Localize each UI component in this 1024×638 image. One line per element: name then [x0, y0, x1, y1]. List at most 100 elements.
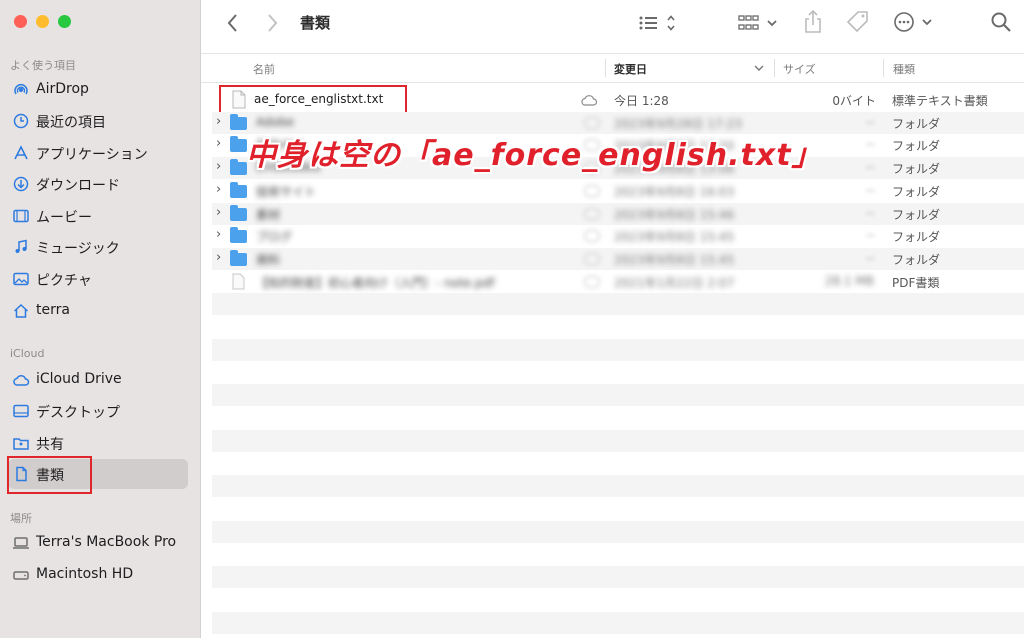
icloud-section-title: iCloud — [10, 347, 45, 360]
sidebar-item-icloud-drive[interactable]: iCloud Drive — [8, 365, 188, 395]
sidebar-item-macintosh-hd[interactable]: Macintosh HD — [8, 560, 188, 590]
folder-icon — [230, 205, 247, 221]
file-date: 2023年9月8日 15:46 — [614, 208, 735, 222]
applications-icon — [14, 145, 28, 160]
folder-icon — [230, 114, 247, 130]
sidebar-item-applications[interactable]: アプリケーション — [8, 138, 188, 168]
favorites-section-title: よく使う項目 — [10, 59, 76, 72]
empty-row — [212, 339, 1024, 361]
file-size: -- — [866, 206, 875, 220]
desktop-icon — [13, 404, 29, 418]
sidebar-item-movies[interactable]: ムービー — [8, 201, 188, 231]
file-name: Adobe — [256, 115, 294, 129]
share-icon[interactable] — [802, 9, 824, 35]
sort-chevron-icon[interactable] — [754, 64, 764, 72]
column-separator[interactable] — [883, 59, 884, 77]
list-view-icon[interactable] — [638, 13, 680, 33]
download-icon — [13, 176, 29, 192]
file-kind: フォルダ — [892, 185, 941, 199]
sidebar-item-recents[interactable]: 最近の項目 — [8, 106, 188, 136]
column-header-date[interactable]: 変更日 — [614, 61, 647, 77]
clock-icon — [13, 113, 29, 129]
file-date: 2023年9月8日 15:45 — [614, 230, 735, 244]
icloud-status-icon — [584, 253, 600, 265]
file-date: 2023年9月8日 16:03 — [614, 185, 735, 199]
file-size: -- — [866, 137, 875, 151]
search-icon[interactable] — [990, 11, 1012, 33]
disk-icon — [13, 571, 29, 580]
sidebar-item-macbook[interactable]: Terra's MacBook Pro — [8, 528, 188, 558]
file-date: 今日 1:28 — [614, 94, 669, 108]
file-name: 技術サイト — [256, 185, 317, 199]
file-date: 2021年1月22日 2:07 — [614, 276, 735, 290]
sidebar-item-shared[interactable]: 共有 — [8, 428, 188, 458]
sidebar-item-airdrop[interactable]: AirDrop — [8, 75, 188, 105]
table-row[interactable]: › 素材 2023年9月8日 15:46 -- フォルダ — [212, 203, 1024, 225]
file-size: -- — [866, 115, 875, 129]
file-kind: PDF書類 — [892, 276, 940, 290]
file-size: -- — [866, 183, 875, 197]
music-icon — [15, 239, 27, 253]
file-kind: フォルダ — [892, 162, 941, 176]
shared-folder-icon — [13, 438, 29, 450]
file-size: -- — [866, 228, 875, 242]
window-title: 書類 — [300, 14, 331, 32]
column-header-kind[interactable]: 種類 — [893, 61, 915, 77]
file-name: 素材 — [256, 208, 281, 222]
table-row[interactable]: › 技術サイト 2023年9月8日 16:03 -- フォルダ — [212, 180, 1024, 202]
empty-row — [212, 521, 1024, 543]
group-view-icon[interactable] — [738, 13, 780, 33]
table-row[interactable]: 【知的財産】初心者向け（入門）- note.pdf 2021年1月22日 2:0… — [212, 271, 1024, 293]
disclosure-chevron-icon[interactable]: › — [216, 250, 221, 265]
column-header-name[interactable]: 名前 — [253, 61, 275, 77]
sidebar-item-music[interactable]: ミュージック — [8, 232, 188, 262]
annotation-caption: 中身は空の「ae_force_english.txt」 — [246, 138, 823, 173]
disclosure-chevron-icon[interactable]: › — [216, 114, 221, 129]
sidebar-item-label: ムービー — [36, 210, 92, 226]
sidebar-item-downloads[interactable]: ダウンロード — [8, 169, 188, 199]
file-kind: フォルダ — [892, 208, 941, 222]
icloud-status-icon — [584, 208, 600, 220]
sidebar-item-label: ミュージック — [36, 241, 120, 257]
home-icon — [13, 303, 29, 318]
more-actions-icon[interactable] — [893, 11, 937, 33]
sidebar-item-label: ダウンロード — [36, 178, 120, 194]
sidebar: よく使う項目 AirDrop 最近の項目 アプリケーション ダウンロード ムービ… — [0, 0, 201, 638]
empty-row — [212, 475, 1024, 497]
table-row[interactable]: › 資料 2023年9月8日 15:45 -- フォルダ — [212, 248, 1024, 270]
back-icon[interactable] — [226, 13, 240, 33]
column-header-bar: 名前 変更日 サイズ 種類 — [201, 53, 1024, 83]
disclosure-chevron-icon[interactable]: › — [216, 159, 221, 174]
icloud-status-icon — [584, 117, 600, 129]
airdrop-icon — [14, 84, 28, 95]
laptop-icon — [13, 537, 29, 549]
column-separator[interactable] — [605, 59, 606, 77]
sidebar-item-pictures[interactable]: ピクチャ — [8, 264, 188, 294]
disclosure-chevron-icon[interactable]: › — [216, 227, 221, 242]
folder-icon — [230, 182, 247, 198]
column-header-size[interactable]: サイズ — [783, 61, 816, 77]
file-kind: フォルダ — [892, 139, 941, 153]
file-size: -- — [866, 251, 875, 265]
sidebar-item-label: ピクチャ — [36, 273, 92, 289]
file-name: 【知的財産】初心者向け（入門）- note.pdf — [256, 276, 495, 290]
sidebar-item-label: 共有 — [36, 437, 64, 453]
disclosure-chevron-icon[interactable]: › — [216, 205, 221, 220]
sidebar-item-desktop[interactable]: デスクトップ — [8, 396, 188, 426]
file-kind: フォルダ — [892, 230, 941, 244]
disclosure-chevron-icon[interactable]: › — [216, 136, 221, 151]
cloud-icon — [13, 374, 30, 386]
zoom-window-button[interactable] — [58, 15, 71, 28]
disclosure-chevron-icon[interactable]: › — [216, 182, 221, 197]
sidebar-item-home[interactable]: terra — [8, 296, 188, 326]
close-window-button[interactable] — [14, 15, 27, 28]
empty-row — [212, 384, 1024, 406]
tag-icon[interactable] — [845, 10, 871, 34]
forward-icon[interactable] — [265, 13, 279, 33]
sidebar-item-label: アプリケーション — [36, 147, 148, 163]
file-kind: フォルダ — [892, 117, 941, 131]
minimize-window-button[interactable] — [36, 15, 49, 28]
icloud-status-icon — [584, 276, 600, 288]
table-row[interactable]: › ブログ 2023年9月8日 15:45 -- フォルダ — [212, 225, 1024, 247]
column-separator[interactable] — [774, 59, 775, 77]
